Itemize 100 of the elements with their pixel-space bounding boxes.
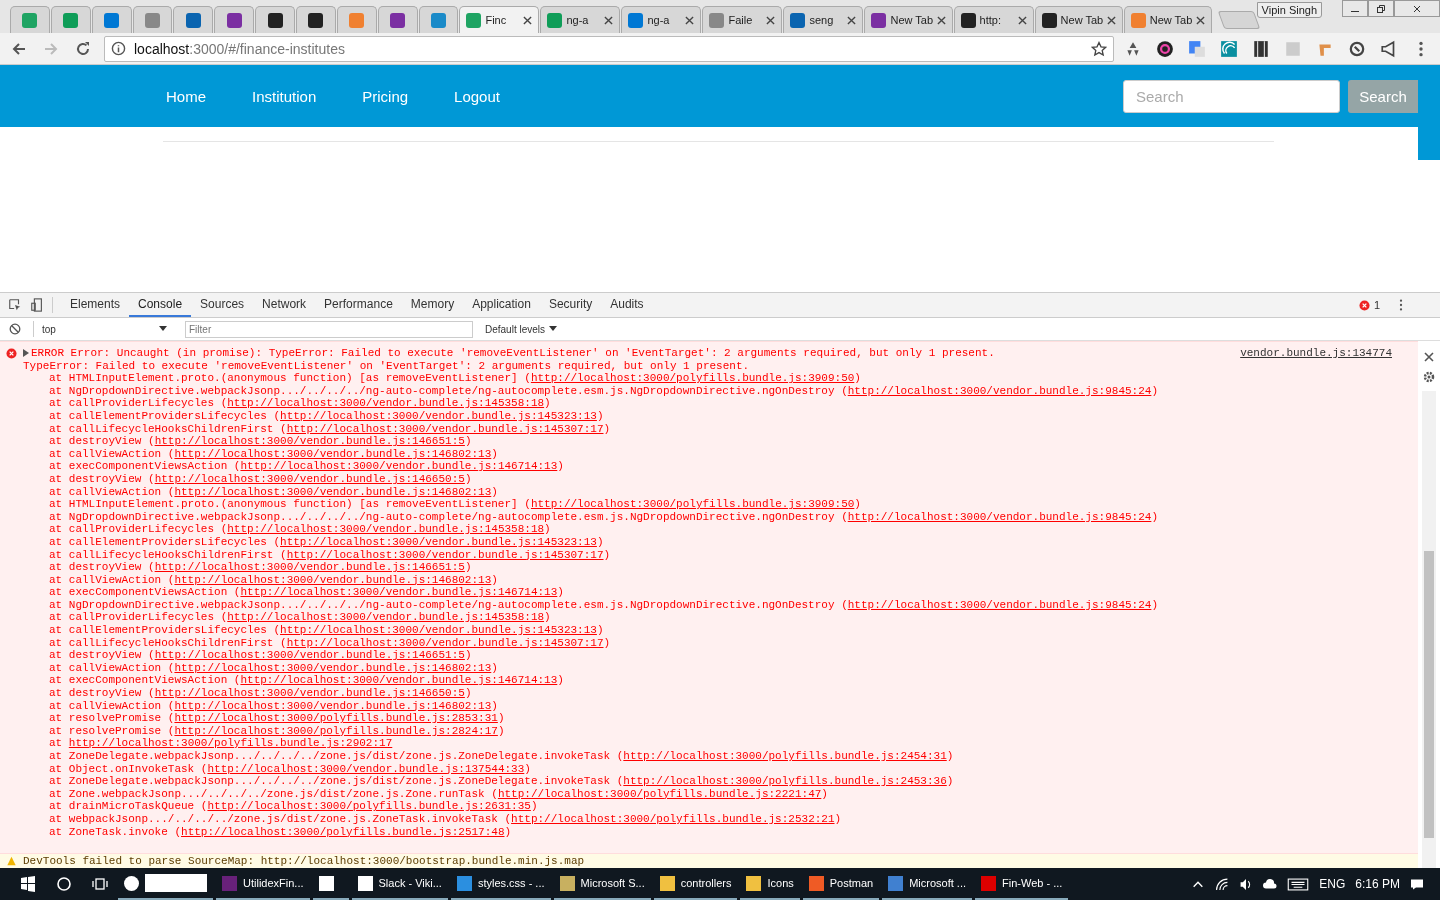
source-link[interactable]: http://localhost:3000/polyfills.bundle.js:3909:50 (530, 498, 855, 511)
nav-link[interactable]: Logout (431, 87, 523, 105)
expand-arrow-icon[interactable] (23, 349, 29, 358)
devtools-tab[interactable]: Audits (601, 293, 653, 317)
taskbar-app[interactable]: Fin-Web - ... (975, 868, 1069, 900)
devtools-tab[interactable]: Network (253, 293, 316, 317)
close-icon[interactable] (1196, 15, 1206, 25)
nav-link[interactable]: Home (143, 87, 229, 105)
browser-tab[interactable]: Faile (702, 6, 783, 33)
keyboard-icon[interactable] (1287, 877, 1310, 891)
sync-icon[interactable] (1348, 39, 1366, 58)
source-link[interactable]: http://localhost:3000/vendor.bundle.js:137544:33 (207, 762, 525, 775)
source-link[interactable]: http://localhost:3000/polyfills.bundle.js:2221:47 (497, 787, 822, 800)
cloud-icon[interactable] (1263, 877, 1278, 891)
devtools-tab[interactable]: Elements (61, 293, 130, 317)
scrollbar[interactable] (1422, 391, 1436, 868)
source-link[interactable]: http://localhost:3000/vendor.bundle.js:146802:13 (174, 573, 492, 586)
source-link[interactable]: http://localhost:3000/polyfills.bundle.js:2453:36 (623, 775, 947, 788)
source-link[interactable]: http://localhost:3000/polyfills.bundle.js:2853:31 (174, 712, 498, 725)
close-icon[interactable] (937, 15, 947, 25)
taskbar-app[interactable]: Microsoft ... (882, 868, 973, 900)
back-icon[interactable] (11, 40, 27, 57)
source-link[interactable]: http://localhost:3000/vendor.bundle.js:146651:5 (154, 435, 465, 448)
taskbar-app[interactable]: Slack - Viki... (351, 868, 448, 900)
source-link[interactable]: http://localhost:3000/vendor.bundle.js:146802:13 (174, 661, 492, 674)
close-icon[interactable] (523, 15, 533, 25)
profile-button[interactable]: Vipin Singh (1256, 2, 1323, 18)
taskbar-app[interactable]: Icons (740, 868, 800, 900)
devtools-tab[interactable]: Memory (401, 293, 464, 317)
browser-tab[interactable] (377, 6, 418, 33)
taskbar-app[interactable]: Postman (802, 868, 880, 900)
close-icon[interactable] (847, 15, 857, 25)
close-icon[interactable] (1423, 351, 1435, 363)
close-icon[interactable] (685, 15, 695, 25)
settings-icon[interactable] (1423, 371, 1435, 383)
source-link[interactable]: http://localhost:3000/vendor.bundle.js:146714:13 (240, 586, 558, 599)
browser-tab[interactable]: New Tab (1034, 6, 1123, 33)
browser-tab[interactable] (255, 6, 295, 33)
source-link[interactable]: http://localhost:3000/polyfills.bundle.js:2902:17 (68, 737, 393, 750)
task-view-icon[interactable] (92, 876, 108, 892)
inspect-icon[interactable] (8, 298, 22, 312)
browser-tab[interactable] (173, 6, 214, 33)
source-link[interactable]: http://localhost:3000/vendor.bundle.js:145358:18 (227, 523, 545, 536)
notification-icon[interactable] (1410, 877, 1424, 891)
browser-tab[interactable]: ng-a (540, 6, 621, 33)
browser-tab[interactable]: http: (953, 6, 1034, 33)
source-link[interactable]: http://localhost:3000/vendor.bundle.js:146651:5 (154, 649, 465, 662)
source-link[interactable]: http://localhost:3000/polyfills.bundle.js:2631:35 (207, 800, 531, 813)
source-link[interactable]: http://localhost:3000/vendor.bundle.js:145307:17 (286, 548, 604, 561)
film-icon[interactable] (1252, 39, 1270, 58)
close-icon[interactable] (1107, 15, 1117, 25)
source-link[interactable]: http://localhost:3000/vendor.bundle.js:146802:13 (174, 699, 492, 712)
source-link[interactable]: http://localhost:3000/vendor.bundle.js:145323:13 (280, 624, 597, 637)
error-count[interactable]: 1 (1358, 299, 1380, 311)
browser-tab[interactable] (296, 6, 336, 33)
windows-start-icon[interactable] (20, 876, 36, 892)
devtools-tab[interactable]: Security (539, 293, 602, 317)
source-link[interactable]: http://localhost:3000/vendor.bundle.js:145358:18 (227, 397, 545, 410)
devtools-tab[interactable]: Performance (315, 293, 402, 317)
levels-dropdown[interactable]: Default levels (485, 323, 558, 335)
source-link[interactable]: http://localhost:3000/vendor.bundle.js:146714:13 (240, 674, 558, 687)
search-icon[interactable] (56, 876, 72, 892)
source-link[interactable]: http://localhost:3000/polyfills.bundle.js:2532:21 (511, 812, 835, 825)
info-icon[interactable] (111, 41, 126, 56)
close-icon[interactable] (1017, 15, 1027, 25)
source-link[interactable]: http://localhost:3000/polyfills.bundle.js:2824:17 (174, 724, 498, 737)
source-link[interactable]: http://localhost:3000/vendor.bundle.js:146802:13 (174, 485, 492, 498)
search-field[interactable]: Search (1123, 79, 1340, 113)
source-link[interactable]: http://localhost:3000/vendor.bundle.js:9845:24 (847, 598, 1152, 611)
source-link[interactable]: http://localhost:3000/vendor.bundle.js:146650:5 (154, 472, 465, 485)
taskbar-app[interactable]: controllers (653, 868, 738, 900)
source-link[interactable]: http://localhost:3000/vendor.bundle.js:145307:17 (286, 422, 604, 435)
clock[interactable]: 6:16 PM (1355, 877, 1400, 891)
devtools-tab[interactable]: Console (129, 293, 192, 317)
taskbar-app[interactable]: UtilidexFin... (216, 868, 310, 900)
translate-icon[interactable] (1188, 39, 1206, 58)
nav-link[interactable]: Pricing (339, 87, 432, 105)
source-link[interactable]: http://localhost:3000/vendor.bundle.js:146650:5 (154, 687, 465, 700)
source-link[interactable]: http://localhost:3000/vendor.bundle.js:146802:13 (174, 447, 492, 460)
browser-tab[interactable]: Finc (459, 6, 540, 33)
devtools-tab[interactable]: Application (463, 293, 540, 317)
close-icon[interactable] (604, 15, 614, 25)
source-link[interactable]: http://localhost:3000/polyfills.bundle.js:3909:50 (530, 372, 855, 385)
wifi-icon[interactable] (1215, 877, 1230, 891)
close-icon[interactable] (766, 15, 776, 25)
browser-tab[interactable]: ng-a (621, 6, 702, 33)
source-link[interactable]: http://localhost:3000/vendor.bundle.js:146651:5 (154, 561, 465, 574)
language-indicator[interactable]: ENG (1319, 877, 1346, 891)
browser-tab[interactable]: New Tab (864, 6, 953, 33)
wave-icon[interactable] (1220, 39, 1238, 58)
clear-console-icon[interactable] (9, 323, 21, 335)
devtools-tab[interactable]: Sources (191, 293, 254, 317)
address-bar[interactable]: localhost:3000/#/finance-institutes (104, 35, 1114, 62)
taskbar-app[interactable]: styles.css - ... (450, 868, 551, 900)
source-link[interactable]: http://localhost:3000/vendor.bundle.js:146714:13 (240, 460, 558, 473)
source-link[interactable]: http://localhost:3000/vendor.bundle.js:9845:24 (847, 384, 1152, 397)
nav-link[interactable]: Institution (229, 87, 340, 105)
context-select[interactable]: top (33, 321, 173, 337)
filter-field[interactable]: Filter (185, 320, 473, 338)
taskbar-app[interactable]: Microsoft S... (553, 868, 651, 900)
